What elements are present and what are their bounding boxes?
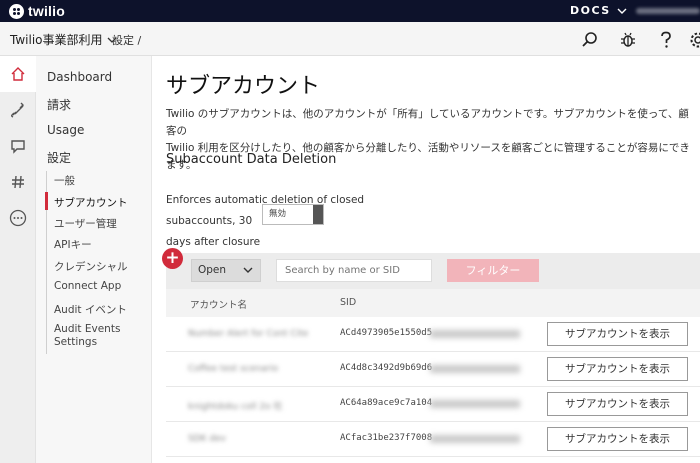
- twilio-logo-icon: [9, 3, 24, 19]
- description-line: Twilio のサブアカウントは、他のアカウントが「所有」しているアカウントです…: [166, 108, 689, 137]
- column-header-sid: SID: [340, 297, 357, 308]
- sid-redaction: [430, 435, 520, 443]
- sid-redaction: [430, 330, 520, 338]
- view-subaccount-button[interactable]: サブアカウントを表示: [547, 322, 688, 346]
- table-header: アカウント名 SID: [166, 289, 700, 317]
- account-sid: ACd4973905e1550d5: [340, 328, 433, 338]
- toggle-knob: [313, 205, 323, 224]
- breadcrumb[interactable]: 設定 /: [112, 32, 141, 48]
- main-content: サブアカウント Twilio のサブアカウントは、他のアカウントが「所有」してい…: [152, 56, 700, 463]
- table-row: knightdoku coll 2o 社 AC64a89ace9c7a104 サ…: [166, 387, 700, 422]
- subnav-general[interactable]: 一般: [54, 173, 75, 188]
- hashtag-icon: [12, 175, 24, 189]
- deletion-toggle[interactable]: 無効: [262, 204, 324, 225]
- status-select-value: Open: [198, 264, 227, 276]
- rail-more[interactable]: [0, 200, 36, 236]
- settings-nav: Dashboard 請求 Usage 設定 一般 サブアカウント ユーザー管理 …: [36, 56, 152, 463]
- table-row: Number Alert for Cont Cite ACd4973905e15…: [166, 317, 700, 352]
- project-switcher[interactable]: Twilio事業部利用: [10, 31, 117, 48]
- account-name-redacted: Number Alert for Cont Cite: [188, 329, 309, 339]
- more-dots-icon: [9, 209, 27, 227]
- account-name-redacted[interactable]: [636, 8, 700, 14]
- top-bar: twilio DOCS: [0, 0, 700, 22]
- subnav-audit-events-settings-line1[interactable]: Audit Events: [54, 323, 120, 335]
- sid-redaction: [430, 365, 520, 373]
- nav-usage[interactable]: Usage: [47, 123, 84, 137]
- sid-redaction: [430, 400, 520, 408]
- filter-button[interactable]: フィルター: [447, 259, 539, 282]
- rail-phone-numbers[interactable]: [0, 92, 36, 128]
- nav-settings[interactable]: 設定: [47, 149, 71, 166]
- logo-text: twilio: [28, 3, 65, 19]
- account-sid: AC64a89ace9c7a104: [340, 398, 433, 408]
- subnav-audit-events[interactable]: Audit イベント: [54, 302, 127, 317]
- gear-icon[interactable]: [688, 30, 700, 50]
- docs-menu[interactable]: DOCS: [570, 4, 627, 17]
- subnav-api-keys[interactable]: APIキー: [54, 237, 92, 252]
- chevron-down-icon: [243, 267, 253, 273]
- filter-toolbar: Open フィルター: [166, 253, 700, 289]
- nav-dashboard[interactable]: Dashboard: [47, 70, 112, 84]
- debugger-bug-icon[interactable]: [618, 30, 638, 50]
- project-name: Twilio事業部利用: [10, 33, 103, 47]
- subnav-user-management[interactable]: ユーザー管理: [54, 216, 117, 231]
- toggle-label: 無効: [269, 209, 287, 219]
- account-sid: ACfac31be237f7008: [340, 433, 433, 443]
- twilio-logo[interactable]: twilio: [9, 3, 65, 19]
- chat-icon: [11, 140, 25, 154]
- search-input[interactable]: [276, 259, 432, 282]
- chevron-down-icon: [617, 8, 627, 14]
- rail-hashtag[interactable]: [0, 164, 36, 200]
- subnav-subaccounts[interactable]: サブアカウント: [54, 195, 128, 210]
- status-select[interactable]: Open: [191, 259, 261, 282]
- subnav-audit-events-settings-line2[interactable]: Settings: [54, 336, 97, 348]
- subnav-credentials[interactable]: クレデンシャル: [54, 259, 128, 274]
- view-subaccount-button[interactable]: サブアカウントを表示: [547, 427, 688, 451]
- search-icon[interactable]: [580, 30, 600, 50]
- account-name-redacted: SDK dev: [188, 434, 226, 444]
- docs-label: DOCS: [570, 4, 611, 17]
- account-name-redacted: Coffee test scenario: [188, 364, 279, 374]
- section-title: Subaccount Data Deletion: [166, 152, 337, 167]
- rail-home[interactable]: [0, 56, 36, 92]
- column-header-name: アカウント名: [190, 300, 248, 311]
- icon-rail: [0, 56, 36, 463]
- add-subaccount-button[interactable]: +: [162, 248, 183, 269]
- phone-icon: [10, 102, 24, 118]
- project-bar: Twilio事業部利用 設定 /: [0, 22, 700, 56]
- page-title: サブアカウント: [166, 74, 321, 99]
- table-row: SDK dev ACfac31be237f7008 サブアカウントを表示: [166, 422, 700, 457]
- help-icon[interactable]: [656, 30, 676, 50]
- table-row: Coffee test scenario AC4d8c3492d9b69d6 サ…: [166, 352, 700, 387]
- rail-messaging[interactable]: [0, 128, 36, 164]
- deletion-setting-line: days after closure: [166, 236, 261, 248]
- subnav-connect-app[interactable]: Connect App: [54, 280, 121, 292]
- view-subaccount-button[interactable]: サブアカウントを表示: [547, 392, 688, 416]
- view-subaccount-button[interactable]: サブアカウントを表示: [547, 357, 688, 381]
- account-sid: AC4d8c3492d9b69d6: [340, 363, 433, 373]
- subnav-active-indicator: [45, 192, 48, 210]
- home-icon: [11, 67, 25, 81]
- account-name-redacted: knightdoku coll 2o 社: [188, 402, 283, 412]
- nav-billing[interactable]: 請求: [47, 96, 71, 113]
